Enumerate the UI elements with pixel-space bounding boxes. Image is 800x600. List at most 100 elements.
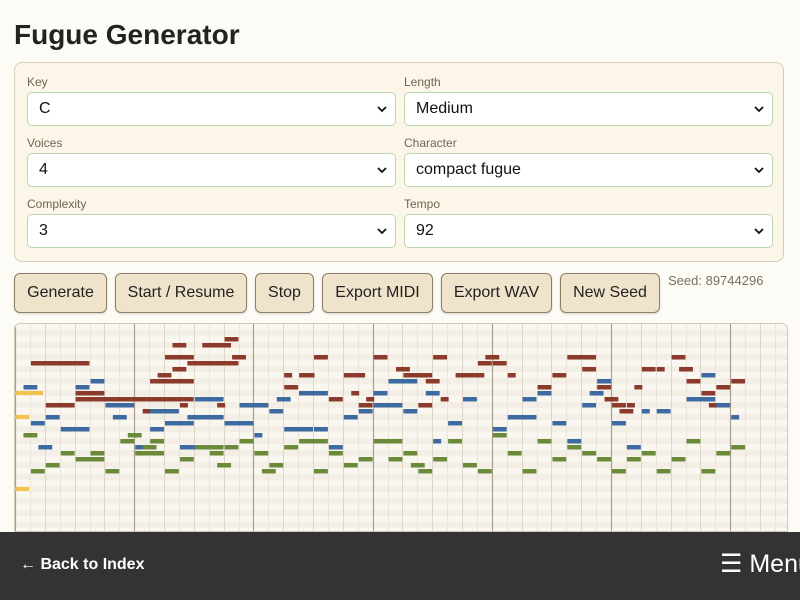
note-voice_3[interactable] <box>150 439 164 444</box>
note-voice_1[interactable] <box>619 409 634 414</box>
note-voice_2[interactable] <box>30 421 45 426</box>
tempo-select[interactable]: 92 <box>404 214 773 248</box>
note-voice_3[interactable] <box>284 445 299 450</box>
note-voice_3[interactable] <box>373 439 403 444</box>
note-voice_3[interactable] <box>23 433 38 438</box>
note-voice_3[interactable] <box>567 445 582 450</box>
note-voice_2[interactable] <box>209 415 224 420</box>
note-voice_3[interactable] <box>142 445 157 450</box>
note-voice_1[interactable] <box>656 367 665 372</box>
note-voice_3[interactable] <box>552 457 567 462</box>
note-voice_3[interactable] <box>612 469 626 474</box>
note-voice_1[interactable] <box>373 355 388 360</box>
note-voice_3[interactable] <box>448 439 462 444</box>
note-voice_1[interactable] <box>492 361 507 366</box>
note-voice_1[interactable] <box>537 385 552 390</box>
note-voice_1[interactable] <box>626 403 635 408</box>
note-voice_1[interactable] <box>172 343 187 348</box>
note-voice_1[interactable] <box>157 373 172 378</box>
note-voice_2[interactable] <box>492 427 507 432</box>
new-seed-button[interactable]: New Seed <box>560 273 660 313</box>
note-voice_1[interactable] <box>172 367 187 372</box>
note-voice_3[interactable] <box>492 433 507 438</box>
note-voice_3[interactable] <box>626 457 641 462</box>
note-voice_3[interactable] <box>671 457 686 462</box>
note-voice_2[interactable] <box>112 415 127 420</box>
note-voice_1[interactable] <box>604 397 619 402</box>
note-voice_1[interactable] <box>716 385 731 390</box>
note-voice_2[interactable] <box>45 415 60 420</box>
note-voice_1[interactable] <box>679 367 693 372</box>
note-voice_3[interactable] <box>641 451 656 456</box>
note-voice_2[interactable] <box>284 427 313 432</box>
note-voice_1[interactable] <box>217 403 226 408</box>
note-voice_3[interactable] <box>522 469 537 474</box>
note-voice_3[interactable] <box>597 457 611 462</box>
start-resume-button[interactable]: Start / Resume <box>115 273 247 313</box>
note-voice_2[interactable] <box>328 445 343 450</box>
voices-select[interactable]: 4 <box>27 153 396 187</box>
note-voice_1[interactable] <box>686 379 701 384</box>
note-voice_1[interactable] <box>403 373 433 378</box>
note-voice_3[interactable] <box>127 433 142 438</box>
note-voice_3[interactable] <box>328 451 343 456</box>
note-voice_2[interactable] <box>582 403 597 408</box>
note-voice_2[interactable] <box>522 397 537 402</box>
note-voice_1[interactable] <box>708 403 717 408</box>
key-select[interactable]: C <box>27 92 396 126</box>
note-voice_2[interactable] <box>537 391 552 396</box>
note-voice_3[interactable] <box>261 469 276 474</box>
note-voice_3[interactable] <box>343 463 358 468</box>
note-voice_2[interactable] <box>425 391 440 396</box>
note-voice_1[interactable] <box>425 379 440 384</box>
export-midi-button[interactable]: Export MIDI <box>322 273 433 313</box>
note-voice_1[interactable] <box>634 385 643 390</box>
note-voice_2[interactable] <box>75 385 90 390</box>
note-voice_3[interactable] <box>314 469 328 474</box>
note-voice_1[interactable] <box>30 361 90 366</box>
length-select[interactable]: Medium <box>404 92 773 126</box>
note-voice_3[interactable] <box>75 457 105 462</box>
note-voice_3[interactable] <box>686 439 701 444</box>
note-voice_2[interactable] <box>448 421 462 426</box>
note-voice_2[interactable] <box>299 391 328 396</box>
note-voice_1[interactable] <box>75 391 105 396</box>
note-voice_3[interactable] <box>224 445 239 450</box>
export-wav-button[interactable]: Export WAV <box>441 273 552 313</box>
note-voice_2[interactable] <box>612 421 626 426</box>
note-voice_2[interactable] <box>276 397 291 402</box>
note-voice_1[interactable] <box>150 379 194 384</box>
note-voice_1[interactable] <box>731 379 746 384</box>
note-voice_1[interactable] <box>351 391 360 396</box>
back-to-index-link[interactable]: ← Back to Index <box>20 556 144 574</box>
note-voice_1[interactable] <box>358 403 373 408</box>
note-voice_3[interactable] <box>90 451 105 456</box>
note-voice_1[interactable] <box>328 397 343 402</box>
note-voice_2[interactable] <box>641 409 650 414</box>
note-voice_1[interactable] <box>45 403 75 408</box>
note-voice_1[interactable] <box>567 355 597 360</box>
note-voice_1[interactable] <box>671 355 686 360</box>
note-voice_3[interactable] <box>194 445 224 450</box>
menu-button[interactable]: ☰ Menu <box>720 549 800 579</box>
note-voice_3[interactable] <box>582 451 597 456</box>
note-voice_3[interactable] <box>388 457 403 462</box>
note-voice_2[interactable] <box>165 421 194 426</box>
note-voice_3[interactable] <box>731 445 746 450</box>
note-voice_2[interactable] <box>105 403 135 408</box>
note-voice_3[interactable] <box>433 457 448 462</box>
note-voice_3[interactable] <box>45 463 60 468</box>
note-voice_1[interactable] <box>507 373 516 378</box>
note-voice_1[interactable] <box>395 367 410 372</box>
note-voice_2[interactable] <box>656 409 671 414</box>
note-voice_2[interactable] <box>388 379 418 384</box>
note-voice_3[interactable] <box>179 457 194 462</box>
note-voice_1[interactable] <box>641 367 656 372</box>
note-voice_1[interactable] <box>232 355 246 360</box>
note-voice_1[interactable] <box>306 373 315 378</box>
complexity-select[interactable]: 3 <box>27 214 396 248</box>
note-voice_3[interactable] <box>135 451 164 456</box>
note-voice_1[interactable] <box>701 391 716 396</box>
note-voice_2[interactable] <box>358 409 373 414</box>
character-select[interactable]: compact fugue <box>404 153 773 187</box>
